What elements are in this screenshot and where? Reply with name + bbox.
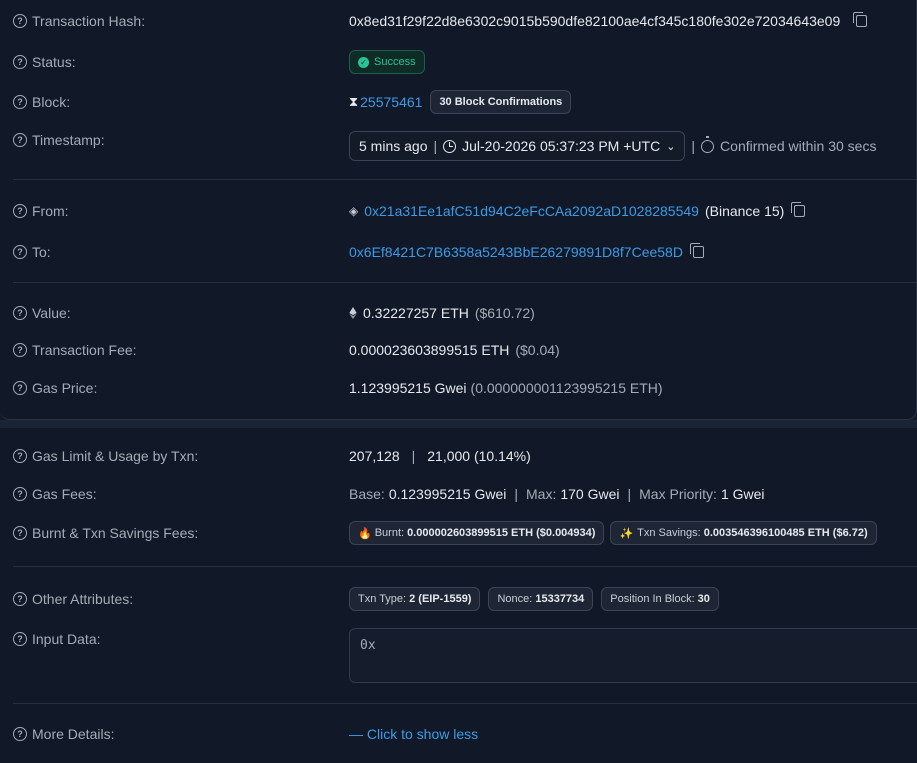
gas-price-row: ? Gas Price: 1.123995215 Gwei (0.0000000…: [0, 377, 917, 399]
from-row: ? From: ◈ 0x21a31Ee1afC51d94C2eFcCAa2092…: [0, 200, 917, 222]
gas-limit-value: 207,128: [349, 448, 400, 464]
help-icon[interactable]: ?: [13, 487, 27, 501]
help-icon[interactable]: ?: [13, 55, 27, 69]
nonce-badge: Nonce: 15337734: [488, 587, 594, 611]
burnt-savings-row: ? Burnt & Txn Savings Fees: 🔥 Burnt: 0.0…: [0, 520, 917, 546]
value-usd: ($610.72): [474, 305, 535, 321]
txn-type-badge: Txn Type: 2 (EIP-1559): [349, 587, 481, 611]
max-fee-value: 170 Gwei: [560, 486, 620, 502]
ethereum-icon: [349, 307, 357, 319]
other-attributes-label: Other Attributes:: [32, 591, 134, 607]
stopwatch-icon: [701, 135, 715, 153]
help-icon[interactable]: ?: [13, 133, 27, 147]
gas-limit-row: ? Gas Limit & Usage by Txn: 207,128 | 21…: [0, 445, 917, 467]
help-icon[interactable]: ?: [13, 592, 27, 606]
gas-price-label: Gas Price:: [32, 380, 98, 396]
divider: [13, 703, 917, 704]
help-icon[interactable]: ?: [13, 306, 27, 320]
to-address-link[interactable]: 0x6Ef8421C7B6358a5243BbE26279891D8f7Cee5…: [349, 244, 683, 260]
show-less-link[interactable]: — Click to show less: [349, 726, 478, 742]
position-badge: Position In Block: 30: [601, 587, 719, 611]
timestamp-dropdown[interactable]: 5 mins ago | Jul-20-2026 05:37:23 PM +UT…: [349, 131, 686, 161]
copy-icon[interactable]: [689, 243, 704, 258]
copy-icon[interactable]: [853, 12, 868, 27]
block-confirmations-badge: 30 Block Confirmations: [430, 90, 572, 114]
from-address-link[interactable]: 0x21a31Ee1afC51d94C2eFcCAa2092aD10282855…: [364, 203, 699, 219]
from-label: From:: [32, 203, 69, 219]
status-row: ? Status: ✓ Success: [0, 50, 917, 74]
gas-used-value: 21,000 (10.14%): [427, 448, 531, 464]
burnt-value: 0.000002603899515 ETH ($0.004934): [407, 527, 596, 539]
value-row: ? Value: 0.32227257 ETH ($610.72): [0, 302, 917, 324]
help-icon[interactable]: ?: [13, 526, 27, 540]
fire-icon: 🔥: [358, 527, 372, 540]
fee-label: Transaction Fee:: [32, 342, 137, 358]
base-fee-key: Base:: [349, 486, 385, 502]
to-label: To:: [32, 244, 51, 260]
help-icon[interactable]: ?: [13, 204, 27, 218]
value-eth: 0.32227257 ETH: [363, 305, 469, 321]
tx-hash-label: Transaction Hash:: [32, 13, 146, 29]
block-number-link[interactable]: 25575461: [360, 94, 422, 110]
burnt-savings-label: Burnt & Txn Savings Fees:: [32, 525, 199, 541]
section-separator: [0, 420, 917, 428]
help-icon[interactable]: ?: [13, 449, 27, 463]
binance-logo-icon: ◈: [349, 204, 359, 218]
copy-icon[interactable]: [791, 202, 806, 217]
help-icon[interactable]: ?: [13, 632, 27, 646]
help-icon[interactable]: ?: [13, 14, 27, 28]
block-label: Block:: [32, 94, 71, 110]
gas-limit-label: Gas Limit & Usage by Txn:: [32, 448, 199, 464]
input-data-value: 0x: [360, 638, 376, 653]
burnt-key: Burnt:: [374, 527, 405, 539]
gas-fees-label: Gas Fees:: [32, 486, 97, 502]
status-label: Status:: [32, 54, 76, 70]
base-fee-value: 0.123995215 Gwei: [388, 486, 507, 502]
max-fee-key: Max:: [526, 486, 557, 502]
tx-hash-value: 0x8ed31f29f22d8e6302c9015b590dfe82100ae4…: [349, 13, 841, 29]
divider: [13, 282, 917, 283]
help-icon[interactable]: ?: [13, 343, 27, 357]
txn-savings-badge: ✨ Txn Savings: 0.003546396100485 ETH ($6…: [610, 521, 877, 545]
timestamp-row: ? Timestamp: 5 mins ago | Jul-20-2026 05…: [0, 130, 917, 162]
help-icon[interactable]: ?: [13, 727, 27, 741]
timestamp-label: Timestamp:: [32, 132, 105, 148]
confirmed-within: Confirmed within 30 secs: [720, 138, 877, 154]
help-icon[interactable]: ?: [13, 381, 27, 395]
help-icon[interactable]: ?: [13, 245, 27, 259]
chevron-down-icon: ⌄: [666, 140, 676, 153]
gas-price-gwei: 1.123995215 Gwei: [349, 380, 467, 396]
clock-icon: [443, 139, 457, 153]
input-data-field[interactable]: 0x: [349, 628, 917, 683]
status-badge: ✓ Success: [349, 50, 425, 74]
timestamp-absolute: Jul-20-2026 05:37:23 PM +UTC: [462, 138, 661, 154]
divider: [13, 179, 917, 180]
gas-fees-row: ? Gas Fees: Base: 0.123995215 Gwei | Max…: [0, 483, 917, 505]
fee-row: ? Transaction Fee: 0.000023603899515 ETH…: [0, 339, 917, 361]
other-attributes-row: ? Other Attributes: Txn Type: 2 (EIP-155…: [0, 586, 917, 612]
savings-value: 0.003546396100485 ETH ($6.72): [703, 527, 868, 539]
savings-key: Txn Savings:: [637, 527, 701, 539]
check-circle-icon: ✓: [358, 56, 369, 68]
fee-eth: 0.000023603899515 ETH: [349, 342, 510, 358]
divider: [13, 566, 917, 567]
to-row: ? To: 0x6Ef8421C7B6358a5243BbE26279891D8…: [0, 241, 917, 263]
max-priority-value: 1 Gwei: [720, 486, 765, 502]
gas-price-eth: (0.000000001123995215 ETH): [470, 380, 663, 396]
value-label: Value:: [32, 305, 71, 321]
burnt-fee-badge: 🔥 Burnt: 0.000002603899515 ETH ($0.00493…: [349, 521, 605, 545]
timestamp-relative: 5 mins ago: [359, 138, 428, 154]
status-text: Success: [374, 56, 416, 68]
more-details-label: More Details:: [32, 726, 115, 742]
from-name-tag: (Binance 15): [704, 203, 785, 219]
input-data-label: Input Data:: [32, 631, 101, 647]
tx-hash-row: ? Transaction Hash: 0x8ed31f29f22d8e6302…: [0, 10, 917, 32]
help-icon[interactable]: ?: [13, 95, 27, 109]
max-priority-key: Max Priority:: [639, 486, 717, 502]
savings-icon: ✨: [619, 527, 634, 540]
fee-usd: ($0.04): [515, 342, 560, 358]
hourglass-icon: ⧗: [349, 94, 359, 109]
block-row: ? Block: ⧗ 25575461 30 Block Confirmatio…: [0, 90, 917, 114]
more-details-row: ? More Details: — Click to show less: [0, 723, 917, 745]
